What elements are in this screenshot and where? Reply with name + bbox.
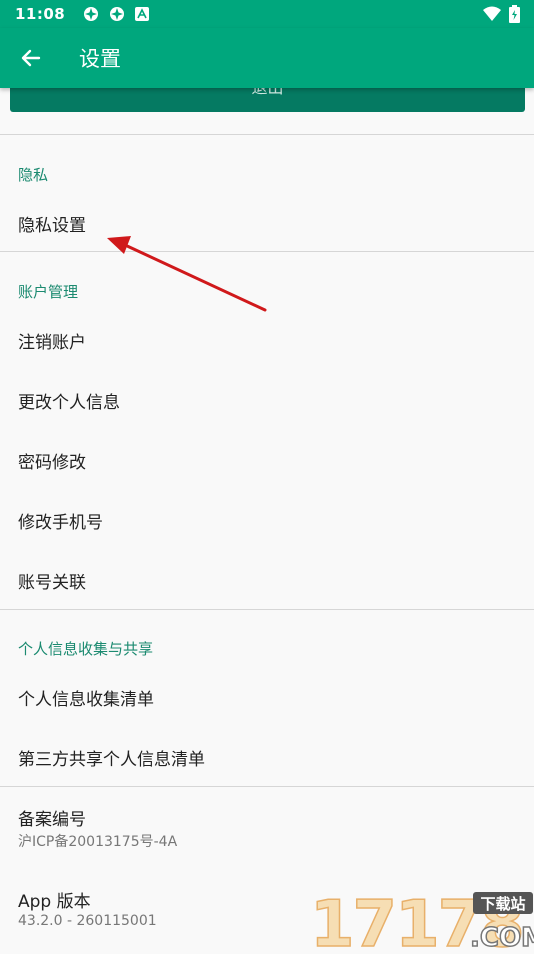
wifi-icon — [483, 6, 501, 21]
page-title: 设置 — [79, 47, 121, 71]
divider — [0, 134, 534, 135]
third-party-sharing-list-item[interactable]: 第三方共享个人信息清单 — [18, 745, 205, 770]
status-time: 11:08 — [15, 5, 66, 23]
notification-app-icon — [110, 7, 125, 21]
section-header-privacy: 隐私 — [18, 166, 49, 184]
logout-button[interactable]: 退出 — [10, 86, 525, 112]
watermark-logo: 17178 下载站 .COM — [309, 880, 534, 954]
app-bar: 设置 — [0, 28, 534, 88]
section-header-account: 账户管理 — [18, 283, 79, 301]
divider — [0, 251, 534, 252]
change-password-item[interactable]: 密码修改 — [18, 448, 86, 473]
app-version-value: 43.2.0 - 260115001 — [18, 913, 157, 929]
notification-app-icon — [84, 7, 99, 21]
system-icons — [483, 5, 520, 23]
record-number-label: 备案编号 — [18, 810, 86, 830]
section-header-info: 个人信息收集与共享 — [18, 640, 154, 658]
divider — [0, 609, 534, 610]
arrow-back-icon — [21, 49, 41, 67]
privacy-settings-item[interactable]: 隐私设置 — [18, 211, 86, 236]
linked-accounts-item[interactable]: 账号关联 — [18, 568, 86, 593]
app-version-label: App 版本 — [18, 892, 91, 912]
notification-a-icon — [135, 7, 150, 21]
notification-icons — [83, 6, 150, 22]
deactivate-account-item[interactable]: 注销账户 — [18, 328, 86, 353]
info-collection-list-item[interactable]: 个人信息收集清单 — [18, 685, 154, 710]
status-bar: 11:08 — [0, 0, 534, 28]
record-number-value: 沪ICP备20013175号-4A — [18, 834, 178, 850]
edit-profile-item[interactable]: 更改个人信息 — [18, 388, 120, 413]
svg-text:.COM: .COM — [470, 923, 534, 950]
change-phone-item[interactable]: 修改手机号 — [18, 508, 103, 533]
battery-charging-icon — [509, 5, 520, 23]
svg-text:下载站: 下载站 — [480, 895, 525, 913]
divider — [0, 786, 534, 787]
back-button[interactable] — [14, 41, 48, 75]
